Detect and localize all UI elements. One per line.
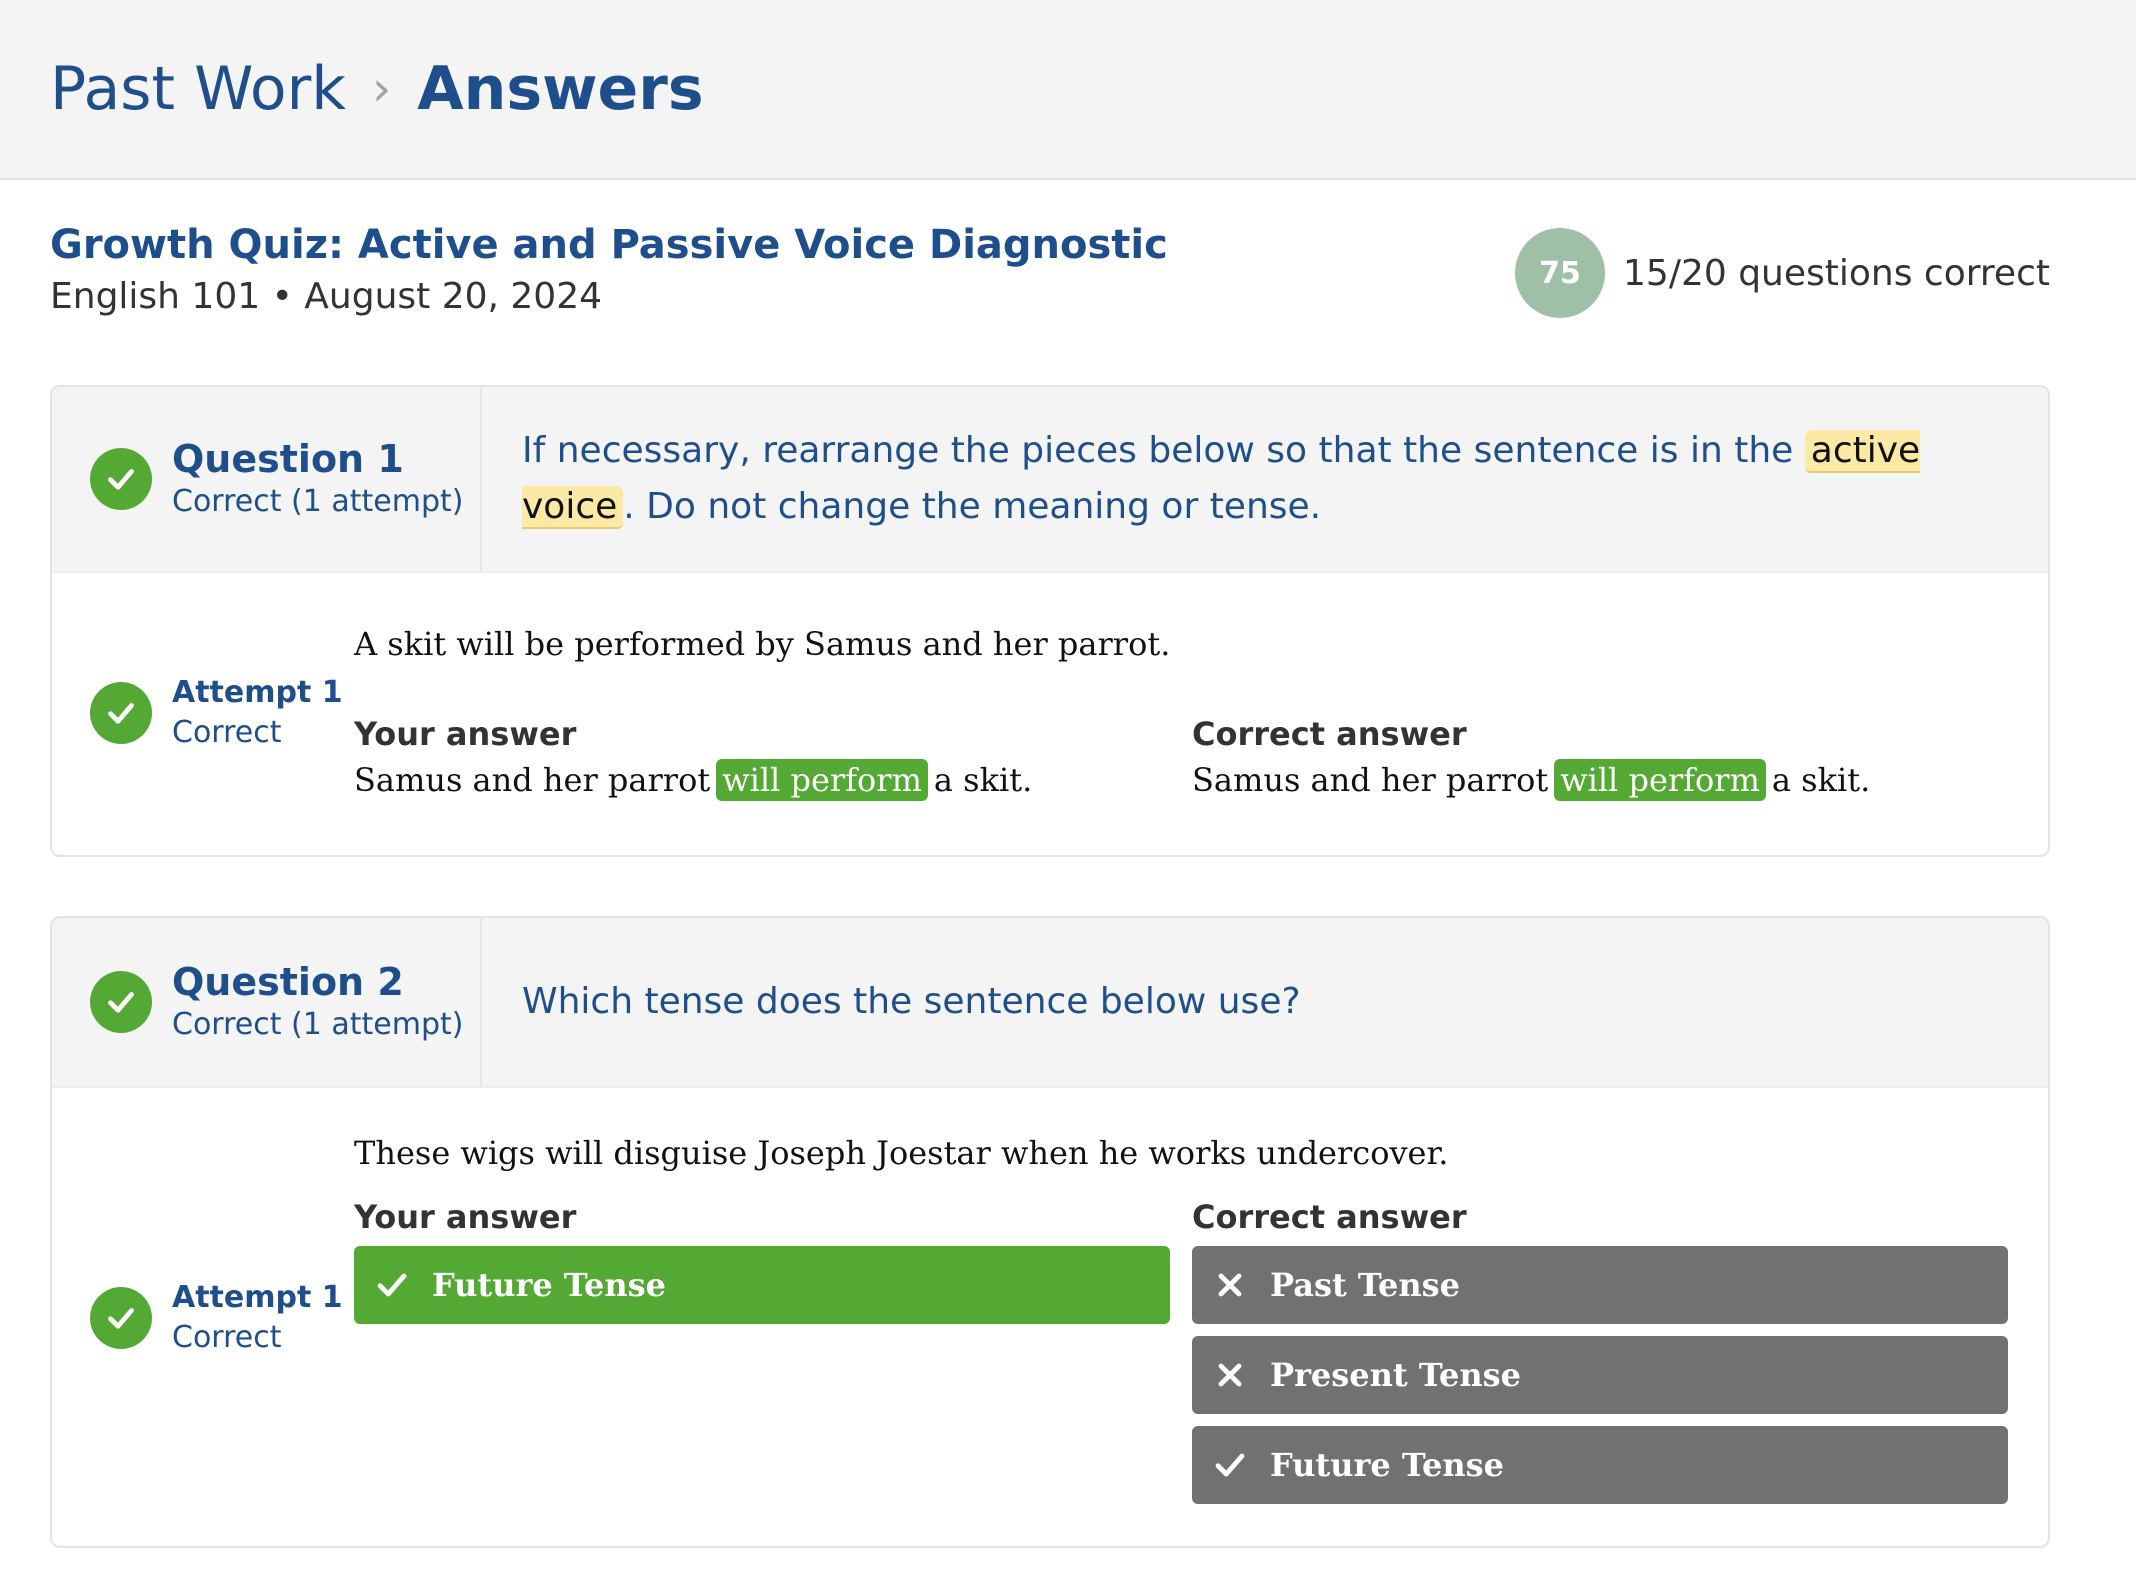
check-icon [1215,1453,1245,1477]
prompt-text: Which tense does the sentence below use? [522,981,1301,1022]
your-answer-option: Future Tense [354,1246,1170,1324]
option-label: Future Tense [1270,1446,1504,1484]
correct-answer-label: Correct answer [1192,1198,1467,1236]
quiz-meta: English 101 • August 20, 2024 [50,276,603,317]
page-title: Answers [417,54,704,124]
attempt-title: Attempt 1 [172,1280,343,1315]
x-icon [1218,1273,1242,1297]
check-circle-icon [90,448,152,510]
answer-text-after: a skit. [933,761,1033,799]
option-label: Past Tense [1270,1266,1461,1304]
option-label: Future Tense [432,1266,666,1304]
question-label-area: Question 2 Correct (1 attempt) [52,918,482,1086]
answer-text-before: Samus and her parrot [1192,761,1549,799]
attempt-status: Correct [172,715,282,750]
correct-option-future-tense: Future Tense [1192,1426,2008,1504]
question-prompt: If necessary, rearrange the pieces below… [482,387,2048,571]
correct-answer-label: Correct answer [1192,715,1467,753]
attempt-title: Attempt 1 [172,675,343,710]
question-label-area: Question 1 Correct (1 attempt) [52,387,482,571]
question-header: Question 1 Correct (1 attempt) If necess… [52,387,2048,573]
option-label: Present Tense [1270,1356,1521,1394]
check-circle-icon [90,1287,152,1349]
answer-chip: will perform [1554,759,1766,801]
original-sentence: A skit will be performed by Samus and he… [354,625,1171,663]
check-circle-icon [90,971,152,1033]
x-icon [1218,1363,1242,1387]
chevron-right-icon: › [372,61,392,117]
your-answer-label: Your answer [354,715,577,753]
question-status: Correct (1 attempt) [172,1007,464,1042]
answer-chip: will perform [716,759,928,801]
quiz-title: Growth Quiz: Active and Passive Voice Di… [50,222,1168,268]
answer-text-after: a skit. [1771,761,1871,799]
question-card-2: Question 2 Correct (1 attempt) Which ten… [50,916,2050,1548]
original-sentence: These wigs will disguise Joseph Joestar … [354,1134,1449,1172]
attempt-label: Attempt 1 Correct [90,1278,343,1358]
attempt-status: Correct [172,1320,282,1355]
question-status: Correct (1 attempt) [172,484,464,519]
score-summary: 75 15/20 questions correct [1515,228,2050,318]
question-title: Question 1 [172,437,404,481]
correct-option-present-tense: Present Tense [1192,1336,2008,1414]
your-answer-sentence: Samus and her parrot will perform a skit… [354,759,1032,801]
score-badge: 75 [1515,228,1606,318]
prompt-text-after: . Do not change the meaning or tense. [623,486,1322,527]
breadcrumb: Past Work › Answers [0,0,2136,180]
correct-answer-sentence: Samus and her parrot will perform a skit… [1192,759,1870,801]
attempt-label: Attempt 1 Correct [90,673,343,753]
question-card-1: Question 1 Correct (1 attempt) If necess… [50,385,2050,857]
breadcrumb-past-work-link[interactable]: Past Work [50,54,346,124]
correct-option-past-tense: Past Tense [1192,1246,2008,1324]
check-icon [377,1273,407,1297]
question-prompt: Which tense does the sentence below use? [482,918,2048,1086]
score-text: 15/20 questions correct [1623,252,2050,294]
question-header: Question 2 Correct (1 attempt) Which ten… [52,918,2048,1088]
prompt-text-before: If necessary, rearrange the pieces below… [522,430,1805,471]
question-title: Question 2 [172,960,404,1004]
answer-text-before: Samus and her parrot [354,761,711,799]
your-answer-label: Your answer [354,1198,577,1236]
check-circle-icon [90,682,152,744]
